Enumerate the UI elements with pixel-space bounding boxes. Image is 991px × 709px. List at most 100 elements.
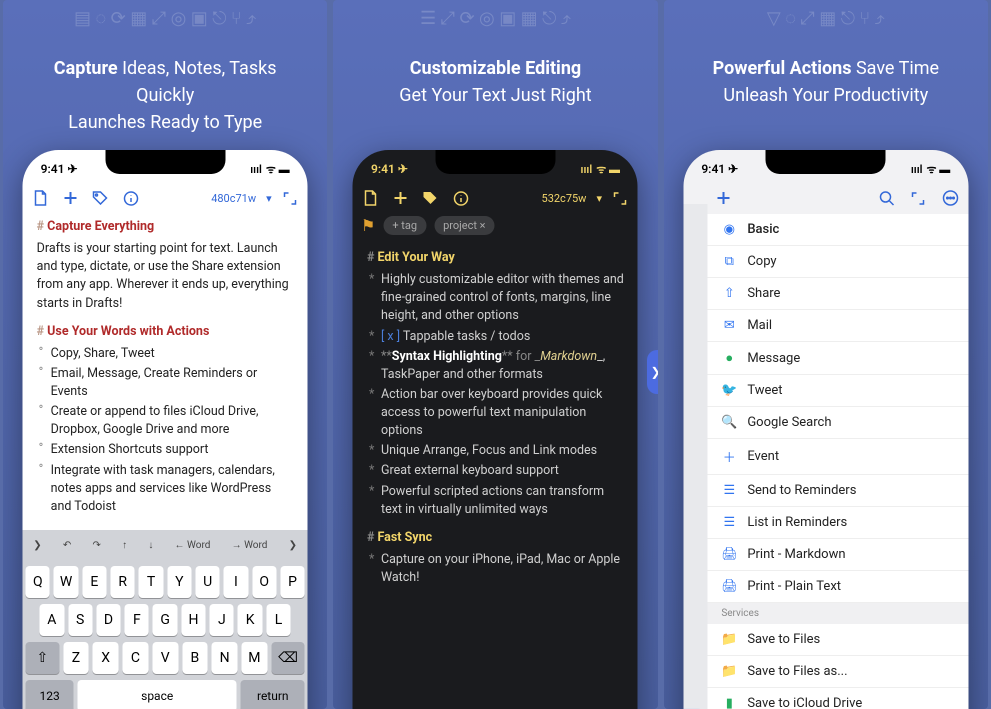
flag-icon[interactable]: ⚑ — [361, 216, 375, 235]
action-google-search[interactable]: 🔍Google Search — [707, 407, 968, 439]
notch — [105, 150, 225, 174]
new-doc-icon[interactable] — [33, 190, 49, 206]
action-save-icloud[interactable]: ▮Save to iCloud Drive — [707, 688, 968, 709]
chevron-down-icon[interactable]: ▾ — [266, 192, 272, 205]
section-services: Services — [707, 603, 968, 624]
list-icon: ☰ — [721, 483, 737, 498]
tag-project[interactable]: project × — [434, 216, 495, 235]
bullet-list: Copy, Share, Tweet Email, Message, Creat… — [37, 345, 294, 516]
action-event[interactable]: ＋Event — [707, 439, 968, 475]
decor-toolbar-icons: ▽ ◌ ⤢ ▦ ⎋ ⑂ ⤴ — [664, 8, 988, 29]
undo-button[interactable]: ↶ — [58, 537, 76, 554]
folder-icon: 📁 — [721, 632, 737, 647]
word-left-button[interactable]: ← Word — [170, 537, 216, 554]
move-up-button[interactable]: ↑ — [117, 537, 132, 554]
action-copy[interactable]: ⧉Copy — [707, 246, 968, 278]
search-icon[interactable] — [879, 191, 894, 206]
keyboard: QWERTYUIOP ASDFGHJKL ⇧ ZXCVBNM ⌫ 123 spa… — [23, 562, 308, 709]
heading-1: Edit Your Way — [367, 249, 624, 267]
printer-icon: 🖨 — [721, 579, 737, 594]
action-save-files[interactable]: 📁Save to Files — [707, 624, 968, 656]
add-icon[interactable] — [715, 190, 731, 206]
return-key[interactable]: return — [241, 680, 305, 709]
action-mail[interactable]: ✉Mail — [707, 310, 968, 342]
nav-start-button[interactable]: ❯ — [28, 537, 46, 554]
heading-2: Use Your Words with Actions — [37, 323, 294, 341]
word-right-button[interactable]: → Word — [227, 537, 273, 554]
actions-list: ◉Basic ⧉Copy ⇧Share ✉Mail ●Message 🐦Twee… — [707, 214, 968, 603]
editor-toolbar: 480c71w ▾ — [23, 182, 308, 214]
copy-icon: ⧉ — [721, 254, 737, 269]
actions-sidebar — [683, 204, 707, 709]
space-key[interactable]: space — [77, 680, 236, 709]
plus-icon: ＋ — [721, 447, 737, 466]
panel-actions: ▽ ◌ ⤢ ▦ ⎋ ⑂ ⤴ Powerful Actions Save Time… — [664, 0, 988, 709]
notch — [766, 150, 886, 174]
heading-1: Capture Everything — [37, 218, 294, 236]
search-icon: 🔍 — [721, 415, 737, 430]
headline: Powerful Actions Save Time Unleash Your … — [664, 55, 988, 109]
doc-id-label: 480c71w — [211, 192, 256, 205]
decor-toolbar-icons: ☰ ⤢ ⟳ ◎ ▣ ▦ ⎋ ⤴ — [333, 8, 657, 29]
backspace-key[interactable]: ⌫ — [271, 642, 304, 674]
chevron-down-icon[interactable]: ▾ — [596, 192, 602, 205]
nav-caret-right[interactable]: ❯ — [647, 350, 658, 394]
add-tag-button[interactable]: + tag — [383, 216, 426, 235]
phone-light: 9:41 ✈ ıııl ᯤ ▬ 480c71w ▾ Capture Ev — [23, 150, 308, 709]
action-save-files-as[interactable]: 📁Save to Files as... — [707, 656, 968, 688]
more-icon[interactable] — [942, 190, 958, 206]
action-list-reminders[interactable]: ☰List in Reminders — [707, 507, 968, 539]
expand-icon[interactable] — [612, 190, 628, 206]
action-bar: ❯ ↶ ↷ ↑ ↓ ← Word → Word ❯ — [23, 530, 308, 562]
tag-icon[interactable] — [423, 190, 439, 206]
redo-button[interactable]: ↷ — [87, 537, 105, 554]
folder-icon: 📁 — [721, 664, 737, 679]
numbers-key[interactable]: 123 — [26, 680, 74, 709]
printer-icon: 🖨 — [721, 547, 737, 562]
headline: Customizable Editing Get Your Text Just … — [333, 55, 657, 109]
tag-icon[interactable] — [93, 190, 109, 206]
new-doc-icon[interactable] — [363, 190, 379, 206]
panel-editing: ☰ ⤢ ⟳ ◎ ▣ ▦ ⎋ ⤴ Customizable Editing Get… — [333, 0, 657, 709]
phone-actions: 9:41 ✈ ıııl ᯤ ▬ ◉Basic ⧉Copy ⇧Share — [683, 150, 968, 709]
radio-icon: ◉ — [721, 222, 737, 237]
action-print-md[interactable]: 🖨Print - Markdown — [707, 539, 968, 571]
message-icon: ● — [721, 350, 737, 366]
key[interactable]: Q — [26, 566, 50, 598]
editor-content[interactable]: Edit Your Way Highly customizable editor… — [353, 245, 638, 601]
list-icon: ☰ — [721, 515, 737, 530]
nav-end-button[interactable]: ❯ — [284, 537, 302, 554]
drive-icon: ▮ — [721, 696, 737, 709]
expand-icon[interactable] — [282, 190, 298, 206]
info-icon[interactable] — [123, 190, 139, 206]
add-icon[interactable] — [63, 190, 79, 206]
actions-toolbar — [683, 182, 968, 214]
share-icon: ⇧ — [721, 286, 737, 301]
action-tweet[interactable]: 🐦Tweet — [707, 375, 968, 407]
heading-2: Fast Sync — [367, 529, 624, 547]
move-down-button[interactable]: ↓ — [143, 537, 158, 554]
headline: Capture Ideas, Notes, Tasks Quickly Laun… — [3, 55, 327, 136]
shift-key[interactable]: ⇧ — [26, 642, 59, 674]
mail-icon: ✉ — [721, 318, 737, 333]
action-print-plain[interactable]: 🖨Print - Plain Text — [707, 571, 968, 603]
editor-content[interactable]: Capture Everything Drafts is your starti… — [23, 214, 308, 530]
notch — [435, 150, 555, 174]
phone-dark: 9:41 ✈ ıııl ᯤ ▬ 532c75w ▾ ⚑ — [353, 150, 638, 709]
action-share[interactable]: ⇧Share — [707, 278, 968, 310]
action-basic[interactable]: ◉Basic — [707, 214, 968, 246]
doc-id-label: 532c75w — [542, 192, 587, 205]
paragraph: Drafts is your starting point for text. … — [37, 240, 294, 313]
services-list: 📁Save to Files 📁Save to Files as... ▮Sav… — [707, 624, 968, 709]
panel-capture: ▤ ◌ ⟳ ▦ ⤢ ◎ ▣ ⎋ ⑂ ⤴ Capture Ideas, Notes… — [3, 0, 327, 709]
expand-icon[interactable] — [910, 190, 926, 206]
bullet-list: Highly customizable editor with themes a… — [367, 271, 624, 519]
action-send-reminders[interactable]: ☰Send to Reminders — [707, 475, 968, 507]
add-icon[interactable] — [393, 190, 409, 206]
twitter-icon: 🐦 — [721, 383, 737, 398]
info-icon[interactable] — [453, 190, 469, 206]
tag-row: ⚑ + tag project × — [361, 216, 630, 235]
action-message[interactable]: ●Message — [707, 342, 968, 375]
decor-toolbar-icons: ▤ ◌ ⟳ ▦ ⤢ ◎ ▣ ⎋ ⑂ ⤴ — [3, 8, 327, 29]
editor-toolbar: 532c75w ▾ — [353, 182, 638, 214]
